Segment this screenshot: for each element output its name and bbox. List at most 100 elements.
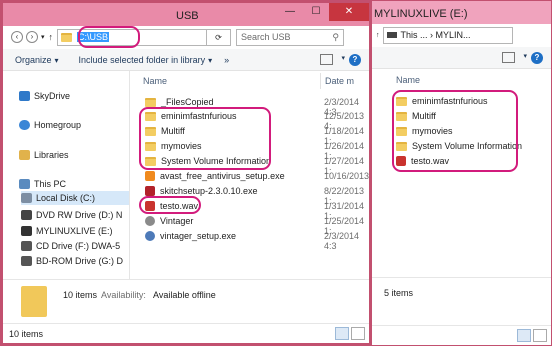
column-header-name[interactable]: Name [396, 72, 420, 88]
file-name: skitchsetup-2.3.0.10.exe [160, 186, 258, 196]
back-icon[interactable]: ‹ [11, 31, 23, 43]
drive-icon [21, 193, 32, 203]
skydrive-icon [19, 91, 30, 101]
left-explorer-window: USB — ☐ ✕ ‹ › ▾ ↑ C:\USB ⟳ Search USB ⚲ … [0, 0, 372, 346]
file-row[interactable]: vintager_setup.exe [145, 229, 236, 243]
right-window-title: MYLINUXLIVE (E:) [374, 8, 468, 20]
nav-label: BD-ROM Drive (G:) D [36, 256, 123, 266]
vintager-icon [145, 216, 155, 226]
nav-label: Homegroup [34, 120, 82, 130]
folder-icon [61, 32, 73, 42]
nav-label: This PC [34, 179, 67, 189]
right-address-row: ↑ This ... › MYLIN... [372, 24, 551, 46]
large-icons-view-icon[interactable] [351, 327, 365, 340]
nav-item-cd-drive[interactable]: CD Drive (F:) DWA-5 [21, 239, 120, 253]
search-input[interactable]: Search USB ⚲ [236, 28, 345, 46]
more-commands-button[interactable]: » [218, 55, 235, 65]
minimize-button[interactable]: — [277, 3, 303, 21]
availability-label: Availability: [101, 290, 146, 300]
nav-item-skydrive[interactable]: SkyDrive [19, 89, 70, 103]
usb-drive-icon [21, 226, 32, 236]
setup-icon [145, 231, 155, 241]
nav-item-local-disk[interactable]: Local Disk (C:) [21, 191, 129, 205]
recent-chevron-icon[interactable]: ▾ [41, 33, 45, 41]
search-placeholder: Search USB [241, 32, 291, 42]
avast-icon [145, 171, 155, 181]
column-header-date[interactable]: Date m [320, 73, 354, 89]
help-icon[interactable]: ? [349, 54, 361, 66]
organize-menu[interactable]: Organize ▾ [3, 55, 65, 65]
details-view-icon[interactable] [517, 329, 531, 342]
left-status-bar: 10 items [3, 323, 369, 343]
highlight-address [78, 26, 140, 48]
left-window-title: USB [176, 10, 199, 22]
highlight-folders [139, 107, 271, 170]
nav-label: CD Drive (F:) DWA-5 [36, 241, 121, 251]
up-icon[interactable]: ↑ [49, 32, 54, 42]
right-command-bar: ▾ ? [372, 47, 551, 69]
file-name: Vintager [160, 216, 194, 226]
nav-label: DVD RW Drive (D:) N [36, 210, 123, 220]
view-options-icon[interactable] [502, 52, 515, 63]
nav-label: Local Disk (C:) [36, 193, 96, 203]
right-address-bar[interactable]: This ... › MYLIN... [382, 26, 513, 44]
view-options-icon[interactable] [320, 54, 333, 65]
left-command-bar: Organize ▾ Include selected folder in lib… [3, 49, 369, 71]
nav-label: SkyDrive [34, 91, 71, 101]
nav-label: MYLINUXLIVE (E:) [36, 226, 113, 236]
dvd-drive-icon [21, 210, 32, 220]
file-name: avast_free_antivirus_setup.exe [160, 171, 285, 181]
maximize-button[interactable]: ☐ [303, 3, 329, 21]
nav-item-mylinuxlive[interactable]: MYLINUXLIVE (E:) [21, 224, 113, 238]
libraries-icon [19, 150, 30, 160]
forward-icon[interactable]: › [26, 31, 38, 43]
highlight-right-files [392, 90, 518, 172]
nav-item-dvd-drive[interactable]: DVD RW Drive (D:) N [21, 208, 122, 222]
file-name: vintager_setup.exe [160, 231, 237, 241]
nav-item-libraries[interactable]: Libraries [19, 148, 69, 162]
search-icon: ⚲ [332, 31, 340, 42]
homegroup-icon [19, 120, 30, 130]
right-details-pane: 5 items [372, 277, 551, 321]
file-date: 2/3/2014 4:3 [324, 231, 360, 251]
view-chevron-icon[interactable]: ▾ [523, 52, 527, 60]
file-date: 10/16/2013 [324, 171, 370, 181]
availability-value: Available offline [153, 290, 216, 300]
right-explorer-window: MYLINUXLIVE (E:) ↑ This ... › MYLIN... ▾… [372, 0, 552, 346]
help-icon[interactable]: ? [531, 52, 543, 64]
details-item-count: 10 items [63, 290, 98, 300]
drive-icon [386, 32, 397, 38]
nav-item-bd-rom[interactable]: BD-ROM Drive (G:) D [21, 254, 123, 268]
right-path-text: This ... › MYLIN... [400, 30, 471, 40]
details-view-icon[interactable] [335, 327, 349, 340]
left-details-pane: 10 items Availability: Available offline [3, 279, 369, 323]
large-icons-view-icon[interactable] [533, 329, 547, 342]
column-header-name[interactable]: Name [143, 73, 167, 89]
include-library-label: Include selected folder in library [78, 54, 206, 65]
left-file-list: Name Date m _FilesCopied 2/3/2014 4:3 em… [131, 71, 370, 283]
include-library-menu[interactable]: Include selected folder in library ▾ [73, 55, 219, 65]
left-address-row: ‹ › ▾ ↑ C:\USB ⟳ Search USB ⚲ [3, 26, 369, 48]
skitch-icon [145, 186, 155, 196]
file-row[interactable]: Vintager [145, 214, 193, 228]
large-folder-icon [21, 286, 47, 317]
close-button[interactable]: ✕ [329, 3, 369, 21]
cd-drive-icon [21, 241, 32, 251]
highlight-wav [139, 196, 201, 214]
computer-icon [19, 179, 30, 189]
organize-label: Organize [15, 54, 52, 65]
right-status-bar [372, 325, 551, 345]
details-item-count: 5 items [384, 288, 414, 298]
folder-icon [145, 97, 156, 107]
status-item-count: 10 items [9, 328, 44, 339]
left-navigation-pane: SkyDrive Homegroup Libraries This PC Loc… [3, 71, 130, 283]
refresh-icon[interactable]: ⟳ [207, 28, 232, 46]
nav-item-this-pc[interactable]: This PC [19, 177, 66, 191]
bd-drive-icon [21, 256, 32, 266]
file-row[interactable]: avast_free_antivirus_setup.exe [145, 169, 285, 183]
up-icon[interactable]: ↑ [376, 32, 380, 39]
nav-label: Libraries [34, 150, 69, 160]
file-name: _FilesCopied [161, 97, 214, 107]
nav-item-homegroup[interactable]: Homegroup [19, 118, 81, 132]
view-chevron-icon[interactable]: ▾ [341, 54, 345, 62]
